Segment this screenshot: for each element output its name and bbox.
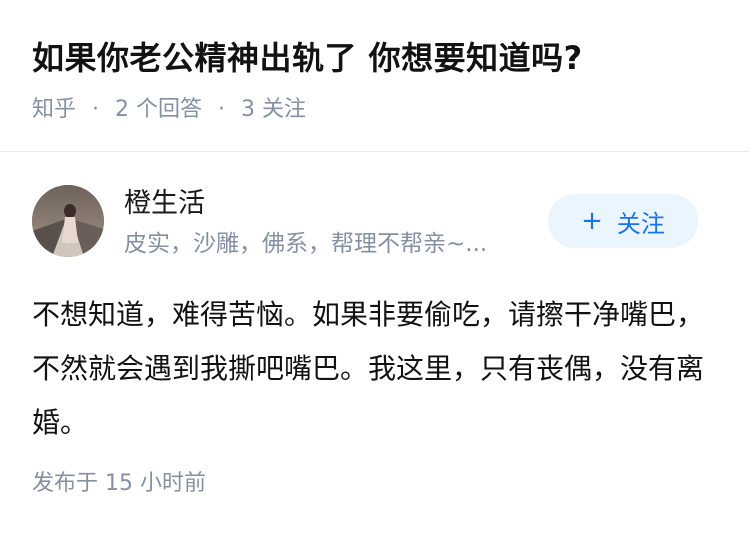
follow-button[interactable]: + 关注 xyxy=(548,194,698,248)
divider xyxy=(0,151,750,152)
publish-time: 发布于 15 小时前 xyxy=(32,471,206,496)
follower-count[interactable]: 3 关注 xyxy=(241,92,306,128)
question-meta: 知乎 · 2 个回答 · 3 关注 xyxy=(32,92,306,128)
source-label[interactable]: 知乎 xyxy=(32,92,76,128)
answer-count[interactable]: 2 个回答 xyxy=(115,92,202,128)
plus-icon: + xyxy=(581,206,603,236)
answer-page: 如果你老公精神出轨了 你想要知道吗? 知乎 · 2 个回答 · 3 关注 橙生活… xyxy=(0,0,750,534)
user-avatar-photo-icon xyxy=(32,185,104,257)
author-bio: 皮实，沙雕，佛系，帮理不帮亲~... xyxy=(124,231,488,257)
answer-content[interactable]: 不想知道，难得苦恼。如果非要偷吃，请擦干净嘴巴，不然就会遇到我撕吧嘴巴。我这里，… xyxy=(32,288,712,450)
question-title[interactable]: 如果你老公精神出轨了 你想要知道吗? xyxy=(32,34,583,82)
separator-dot: · xyxy=(92,97,100,122)
separator-dot: · xyxy=(218,97,226,122)
author-name[interactable]: 橙生活 xyxy=(124,184,205,224)
follow-label: 关注 xyxy=(616,209,665,238)
avatar[interactable] xyxy=(32,185,104,257)
